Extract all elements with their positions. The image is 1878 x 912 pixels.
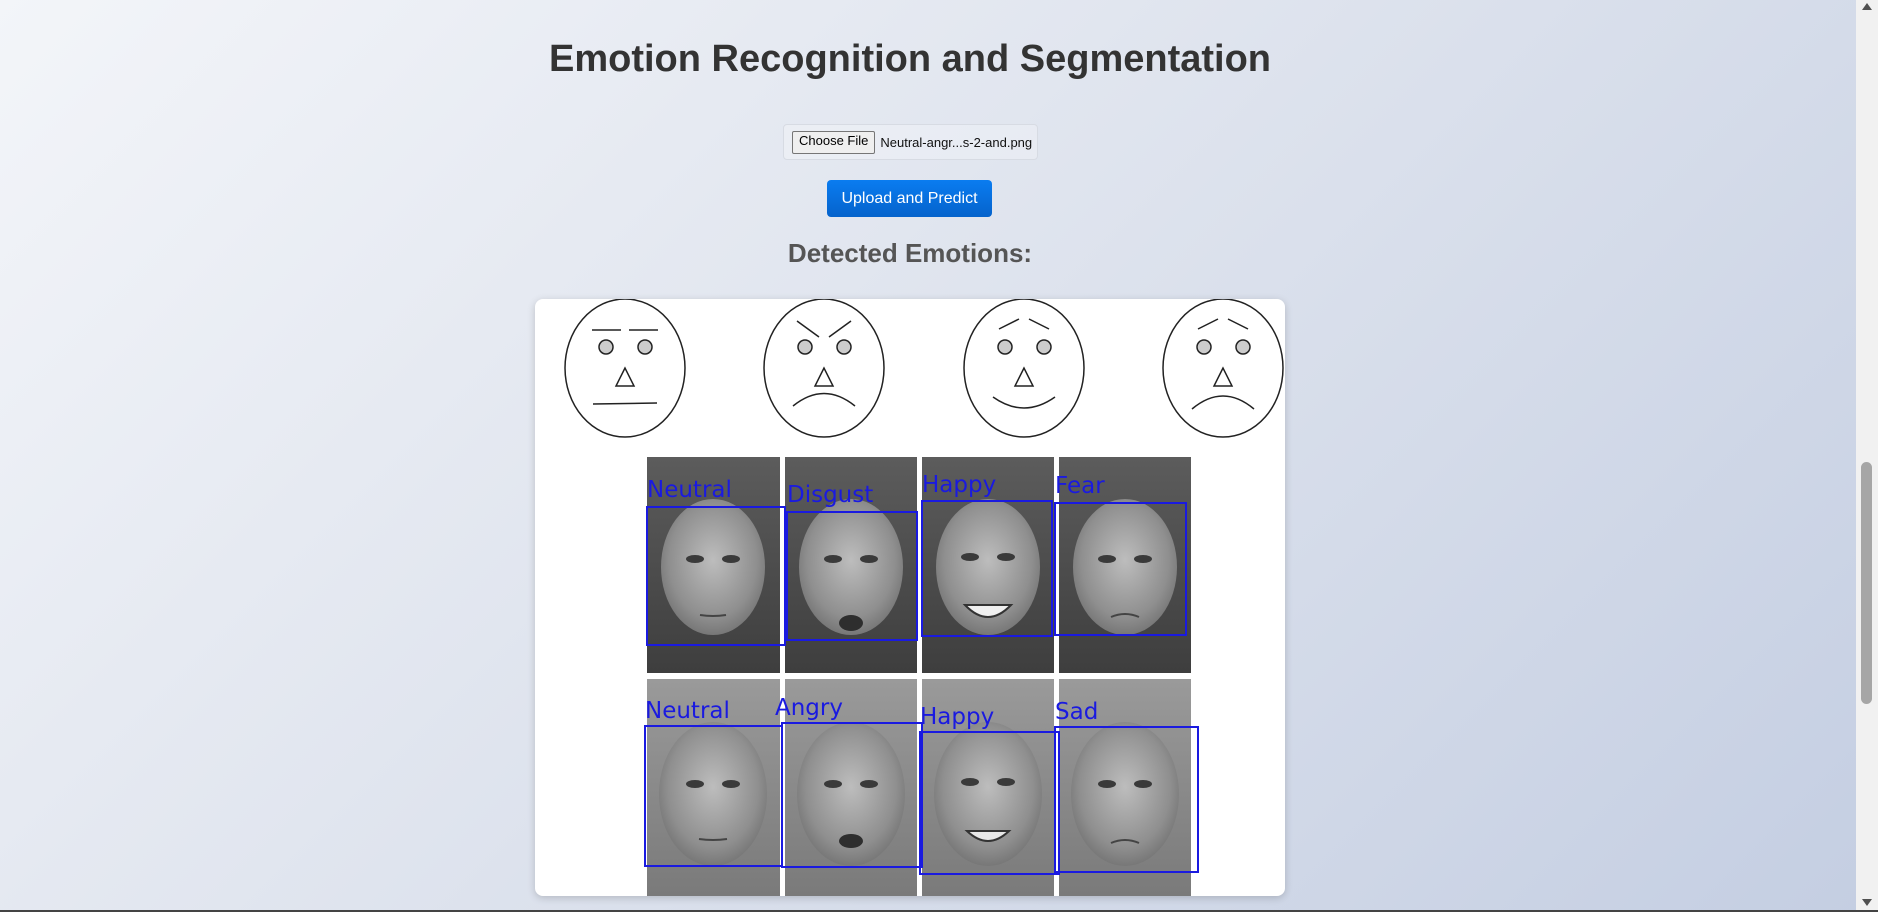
cartoon-face-happy xyxy=(963,299,1085,438)
vertical-scrollbar[interactable] xyxy=(1856,0,1878,910)
detection-label: Fear xyxy=(1055,473,1105,499)
detection-label: Sad xyxy=(1055,699,1098,725)
detection-label: Happy xyxy=(922,472,996,498)
result-image: Neutral Disgust Happy Fear Neutral Angry… xyxy=(535,299,1285,896)
cartoon-face-sad xyxy=(1162,299,1284,438)
scroll-up-icon[interactable] xyxy=(1862,3,1872,10)
upload-predict-button[interactable]: Upload and Predict xyxy=(827,180,992,217)
scrollbar-thumb[interactable] xyxy=(1861,462,1872,704)
annotated-image: Neutral Disgust Happy Fear Neutral Angry… xyxy=(564,299,1284,896)
scroll-down-icon[interactable] xyxy=(1862,899,1872,906)
page: Emotion Recognition and Segmentation Cho… xyxy=(0,0,1856,910)
detection-label: Angry xyxy=(775,695,843,721)
selected-file-name: Neutral-angr...s-2-and.png xyxy=(880,134,1033,150)
results-heading: Detected Emotions: xyxy=(787,238,1033,268)
page-title: Emotion Recognition and Segmentation xyxy=(549,38,1271,80)
cartoon-face-neutral xyxy=(564,299,686,438)
detection-label: Neutral xyxy=(645,698,730,724)
detection-label: Neutral xyxy=(647,477,732,503)
choose-file-button[interactable]: Choose File xyxy=(792,130,876,154)
detection-label: Happy xyxy=(920,704,994,730)
cartoon-face-angry xyxy=(763,299,885,438)
detection-label: Disgust xyxy=(787,482,873,508)
file-input[interactable]: Choose File Neutral-angr...s-2-and.png xyxy=(783,124,1038,160)
